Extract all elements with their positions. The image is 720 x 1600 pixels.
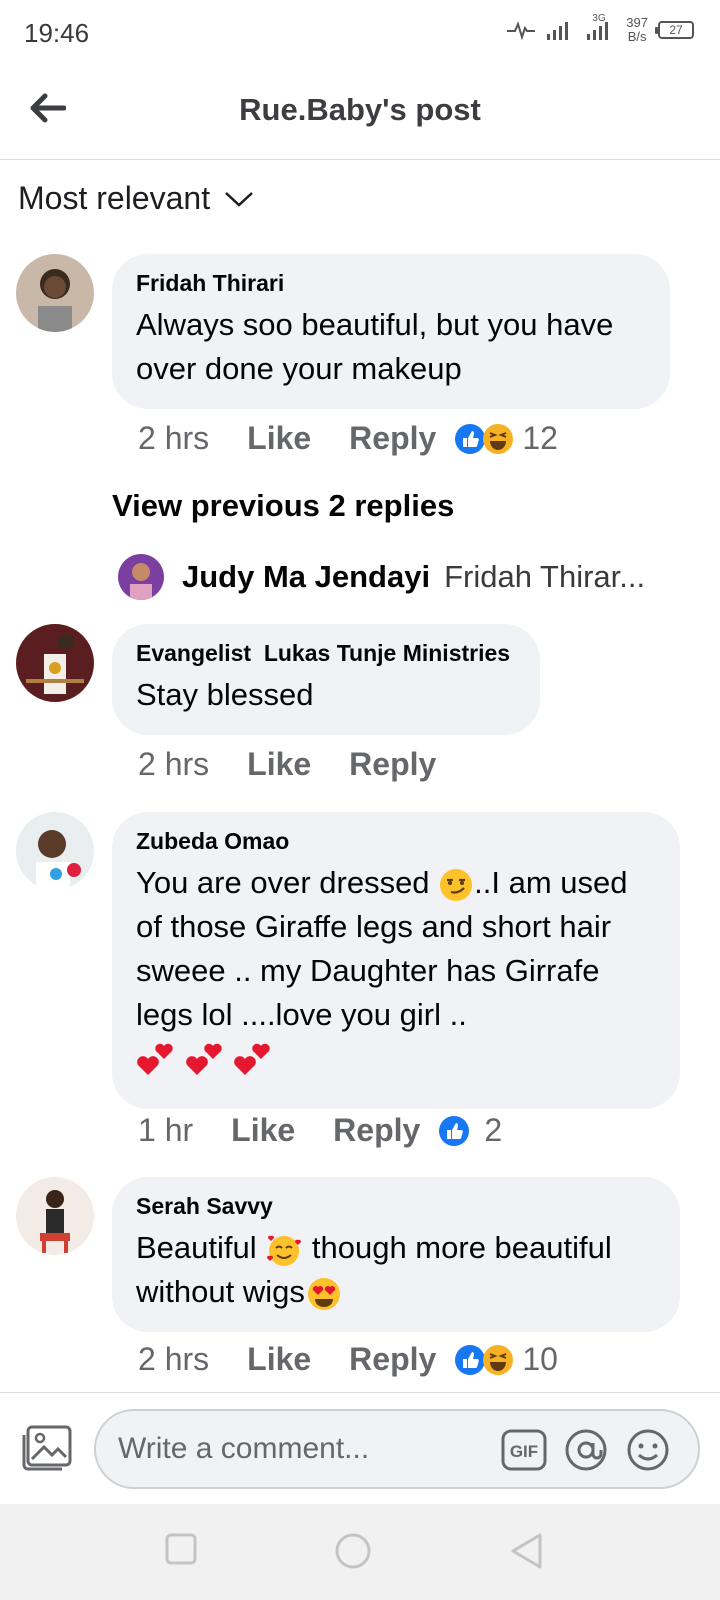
gif-button[interactable]: GIF xyxy=(500,1428,548,1477)
comment-input[interactable] xyxy=(118,1429,478,1469)
reply-snippet: Fridah Thirar... xyxy=(444,559,646,594)
comment-actions: 2 hrs Like Reply 10 xyxy=(138,1341,558,1378)
avatar[interactable] xyxy=(16,1177,94,1255)
network-speed-value: 397 xyxy=(626,15,648,30)
comment-bubble[interactable]: Zubeda Omao You are over dressed ..I am … xyxy=(112,812,680,1109)
battery-level: 27 xyxy=(669,23,683,37)
gif-icon: GIF xyxy=(501,1429,547,1471)
comment-author[interactable]: Evangelist Lukas Tunje Ministries xyxy=(136,640,516,667)
like-button[interactable]: Like xyxy=(231,1112,295,1149)
network-type: 3G xyxy=(592,13,606,24)
emoji-button[interactable] xyxy=(626,1428,670,1477)
reactions-summary[interactable]: 10 xyxy=(454,1341,558,1378)
comment-composer: GIF xyxy=(0,1392,720,1504)
haha-reaction-icon xyxy=(483,423,514,454)
reaction-count: 12 xyxy=(522,420,558,456)
header: Rue.Baby's post xyxy=(0,64,720,160)
comment-text-part: Beautiful xyxy=(136,1230,266,1265)
avatar[interactable] xyxy=(16,624,94,702)
triangle-back-icon xyxy=(511,1533,542,1569)
like-button[interactable]: Like xyxy=(247,1341,311,1378)
sort-label: Most relevant xyxy=(18,180,211,216)
like-reaction-icon xyxy=(439,1115,470,1146)
comment-text: Stay blessed xyxy=(136,677,314,712)
navigation-bar xyxy=(0,1504,720,1600)
comment-text: Always soo beautiful, but you have over … xyxy=(136,307,614,386)
haha-reaction-icon xyxy=(483,1344,514,1375)
view-previous-replies[interactable]: View previous 2 replies xyxy=(112,488,454,524)
comment-input-box[interactable]: GIF xyxy=(94,1409,700,1489)
home-button[interactable] xyxy=(334,1532,372,1575)
reply-preview[interactable]: Judy Ma Jendayi Fridah Thirar... xyxy=(118,554,645,600)
smirk-emoji-icon xyxy=(440,868,473,901)
reply-author[interactable]: Judy Ma Jendayi xyxy=(182,559,430,595)
avatar[interactable] xyxy=(118,554,164,600)
at-sign-icon xyxy=(565,1429,607,1471)
smiley-icon xyxy=(627,1429,669,1471)
gif-label: GIF xyxy=(510,1442,538,1461)
two-hearts-icon xyxy=(185,1043,222,1075)
comment-author[interactable]: Fridah Thirari xyxy=(136,270,646,297)
status-icons: 3G 397 B/s 27 xyxy=(506,13,694,44)
network-speed-unit: B/s xyxy=(627,29,647,44)
activity-icon xyxy=(506,20,536,40)
two-hearts-icon xyxy=(234,1043,270,1075)
network-speed: 397 B/s xyxy=(626,16,648,44)
comment-text-part: You are over dressed xyxy=(136,865,439,900)
comment-bubble[interactable]: Fridah Thirari Always soo beautiful, but… xyxy=(112,254,670,409)
reply-button[interactable]: Reply xyxy=(349,420,436,457)
avatar[interactable] xyxy=(16,254,94,332)
comment-bubble[interactable]: Evangelist Lukas Tunje Ministries Stay b… xyxy=(112,624,540,735)
two-hearts-icon xyxy=(137,1043,173,1075)
comment-actions: 1 hr Like Reply 2 xyxy=(138,1112,502,1149)
smiling-face-with-hearts-icon xyxy=(267,1235,302,1266)
reply-button[interactable]: Reply xyxy=(349,746,436,783)
reply-button[interactable]: Reply xyxy=(349,1341,436,1378)
reply-button[interactable]: Reply xyxy=(333,1112,420,1149)
comment-time: 2 hrs xyxy=(138,420,210,456)
signal-icon xyxy=(546,19,576,41)
hearts-row xyxy=(136,1039,656,1091)
mention-button[interactable] xyxy=(564,1428,608,1477)
comment-actions: 2 hrs Like Reply 12 xyxy=(138,420,558,457)
comment-time: 1 hr xyxy=(138,1112,194,1148)
sort-dropdown[interactable]: Most relevant xyxy=(18,180,254,217)
recents-button[interactable] xyxy=(164,1532,198,1571)
avatar[interactable] xyxy=(16,812,94,890)
status-time: 19:46 xyxy=(24,18,90,48)
reaction-count: 10 xyxy=(522,1341,558,1377)
comment-actions: 2 hrs Like Reply xyxy=(138,746,474,783)
status-bar: 19:46 3G 397 B/s 27 xyxy=(0,0,720,64)
comment-time: 2 hrs xyxy=(138,746,210,782)
signal-3g-icon: 3G xyxy=(586,13,616,41)
comment-text: You are over dressed ..I am used of thos… xyxy=(136,861,656,1091)
circle-icon xyxy=(335,1533,371,1569)
comment-author[interactable]: Zubeda Omao xyxy=(136,828,656,855)
back-nav-button[interactable] xyxy=(508,1532,544,1575)
square-icon xyxy=(165,1533,197,1565)
battery-icon: 27 xyxy=(655,21,694,39)
reactions-summary[interactable]: 12 xyxy=(454,420,558,457)
comment-time: 2 hrs xyxy=(138,1341,210,1377)
heart-eyes-emoji-icon xyxy=(307,1277,340,1310)
image-icon xyxy=(22,1425,72,1471)
comment-author[interactable]: Serah Savvy xyxy=(136,1193,656,1220)
reactions-summary[interactable]: 2 xyxy=(438,1112,502,1149)
like-button[interactable]: Like xyxy=(247,746,311,783)
reaction-count: 2 xyxy=(484,1112,503,1148)
like-button[interactable]: Like xyxy=(247,420,311,457)
comment-text: Beautiful though more beautiful without … xyxy=(136,1226,656,1314)
chevron-down-icon xyxy=(225,191,253,207)
photo-button[interactable] xyxy=(20,1425,72,1478)
comment-bubble[interactable]: Serah Savvy Beautiful though more beauti… xyxy=(112,1177,680,1332)
page-title: Rue.Baby's post xyxy=(239,92,481,127)
